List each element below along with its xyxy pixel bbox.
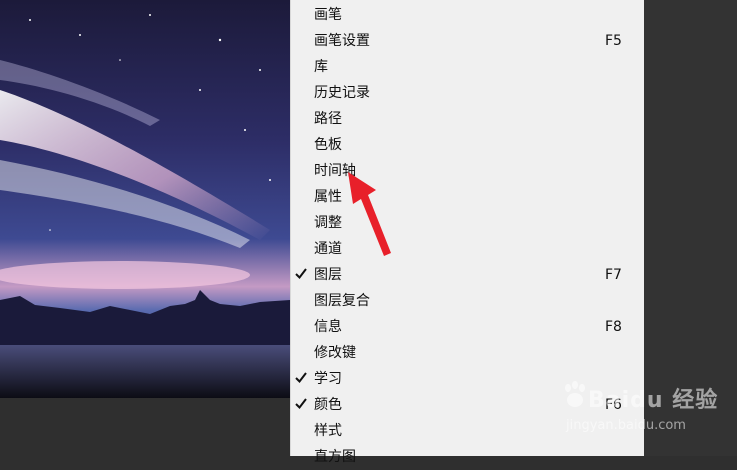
red-arrow-icon <box>348 172 391 256</box>
menu-item-label: 属性 <box>314 189 342 205</box>
menu-item-shortcut: F5 <box>605 33 622 49</box>
menu-item-layers[interactable]: 图层 F7 <box>291 262 645 288</box>
check-icon <box>295 372 307 384</box>
menu-item-label: 样式 <box>314 423 342 439</box>
menu-item-shortcut: F8 <box>605 319 622 335</box>
menu-item-label: 信息 <box>314 319 342 335</box>
menu-item-label: 路径 <box>314 111 342 127</box>
menu-item-library[interactable]: 库 <box>291 54 645 80</box>
menu-item-paths[interactable]: 路径 <box>291 106 645 132</box>
menu-item-brush-settings[interactable]: 画笔设置 F5 <box>291 28 645 54</box>
baidu-watermark: Baidu 经验 jingyan.baidu.com <box>560 368 730 448</box>
night-sky-image <box>0 0 290 398</box>
menu-item-label: 直方图 <box>314 449 356 465</box>
menu-item-label: 修改键 <box>314 345 356 361</box>
menu-item-label: 颜色 <box>314 397 342 413</box>
watermark-brand: Baidu 经验 <box>588 388 719 413</box>
menu-item-label: 学习 <box>314 371 342 387</box>
menu-item-info[interactable]: 信息 F8 <box>291 314 645 340</box>
menu-item-brush[interactable]: 画笔 <box>291 2 645 28</box>
menu-item-label: 历史记录 <box>314 85 370 101</box>
canvas-bottom-area <box>0 398 290 456</box>
menu-item-modifier-keys[interactable]: 修改键 <box>291 340 645 366</box>
menu-item-label: 库 <box>314 59 328 75</box>
menu-item-label: 色板 <box>314 137 342 153</box>
menu-item-label: 画笔设置 <box>314 33 370 49</box>
check-icon <box>295 268 307 280</box>
menu-item-history[interactable]: 历史记录 <box>291 80 645 106</box>
menu-item-shortcut: F7 <box>605 267 622 283</box>
menu-item-label: 调整 <box>314 215 342 231</box>
menu-item-label: 通道 <box>314 241 342 257</box>
check-icon <box>295 398 307 410</box>
menu-item-label: 图层复合 <box>314 293 370 309</box>
menu-item-swatches[interactable]: 色板 <box>291 132 645 158</box>
watermark-url: jingyan.baidu.com <box>566 418 686 433</box>
menu-item-layer-comps[interactable]: 图层复合 <box>291 288 645 314</box>
paw-logo-icon <box>565 381 585 407</box>
canvas-image <box>0 0 290 398</box>
menu-item-label: 图层 <box>314 267 342 283</box>
menu-item-label: 画笔 <box>314 7 342 23</box>
